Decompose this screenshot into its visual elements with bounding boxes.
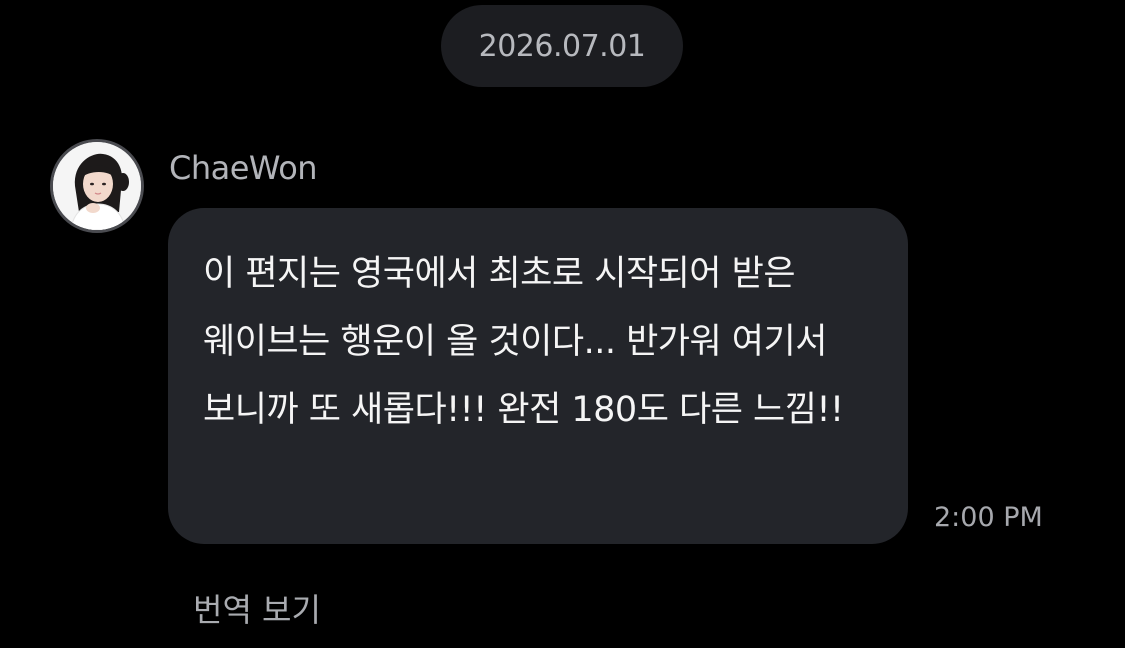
sender-name: ChaeWon bbox=[169, 149, 318, 187]
date-separator: 2026.07.01 bbox=[441, 5, 683, 87]
message-text: 이 편지는 영국에서 최초로 시작되어 받은 웨이브는 행운이 올 것이다...… bbox=[203, 254, 844, 430]
avatar-photo-icon bbox=[53, 142, 141, 230]
translate-button[interactable]: 번역 보기 bbox=[193, 586, 321, 634]
avatar[interactable] bbox=[50, 139, 144, 233]
message-bubble[interactable]: 이 편지는 영국에서 최초로 시작되어 받은 웨이브는 행운이 올 것이다...… bbox=[168, 208, 908, 544]
message-timestamp: 2:00 PM bbox=[934, 502, 1043, 533]
